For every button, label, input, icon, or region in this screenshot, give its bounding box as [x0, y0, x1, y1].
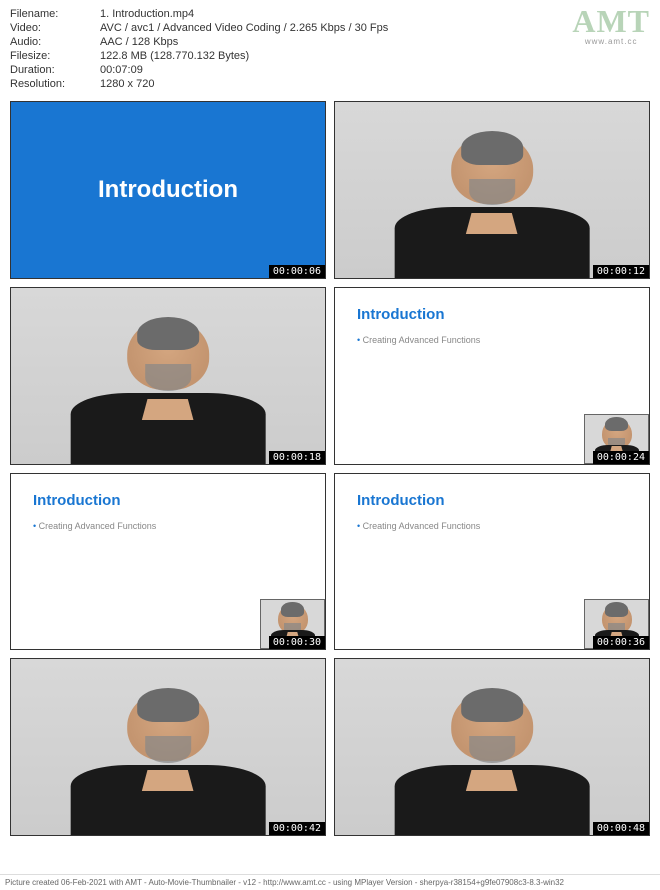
thumbnail[interactable]: Introduction Creating Advanced Functions… — [334, 287, 650, 465]
video-label: Video: — [10, 22, 100, 34]
timestamp-badge: 00:00:36 — [593, 636, 649, 649]
timestamp-badge: 00:00:42 — [269, 822, 325, 835]
slide-frame: Introduction Creating Advanced Functions — [11, 474, 325, 650]
video-value: AVC / avc1 / Advanced Video Coding / 2.2… — [100, 22, 650, 34]
presenter-frame — [11, 288, 325, 464]
presenter-frame — [335, 659, 649, 835]
timestamp-badge: 00:00:48 — [593, 822, 649, 835]
duration-label: Duration: — [10, 64, 100, 76]
thumbnail[interactable]: Introduction Creating Advanced Functions… — [10, 473, 326, 651]
presenter-frame — [335, 102, 649, 278]
footer-text: Picture created 06-Feb-2021 with AMT - A… — [0, 874, 660, 890]
thumbnail-grid: Introduction 00:00:06 00:00:12 00:00:18 Int… — [0, 96, 660, 841]
timestamp-badge: 00:00:06 — [269, 265, 325, 278]
thumbnail[interactable]: Introduction Creating Advanced Functions… — [334, 473, 650, 651]
resolution-label: Resolution: — [10, 78, 100, 90]
filename-label: Filename: — [10, 8, 100, 20]
slide-heading: Introduction — [33, 492, 303, 509]
slide-bullet: Creating Advanced Functions — [357, 335, 627, 345]
thumbnail[interactable]: 00:00:42 — [10, 658, 326, 836]
filesize-value: 122.8 MB (128.770.132 Bytes) — [100, 50, 650, 62]
thumbnail[interactable]: 00:00:12 — [334, 101, 650, 279]
timestamp-badge: 00:00:24 — [593, 451, 649, 464]
timestamp-badge: 00:00:18 — [269, 451, 325, 464]
slide-heading: Introduction — [357, 492, 627, 509]
logo-text: AMT — [572, 5, 650, 37]
slide-frame: Introduction Creating Advanced Functions — [335, 288, 649, 464]
slide-title: Introduction — [98, 176, 238, 204]
thumbnail[interactable]: 00:00:18 — [10, 287, 326, 465]
slide-frame: Introduction Creating Advanced Functions — [335, 474, 649, 650]
slide-bullet: Creating Advanced Functions — [357, 521, 627, 531]
amt-logo: AMT www.amt.cc — [572, 5, 650, 46]
presenter-frame — [11, 659, 325, 835]
thumbnail[interactable]: Introduction 00:00:06 — [10, 101, 326, 279]
audio-label: Audio: — [10, 36, 100, 48]
thumbnail[interactable]: 00:00:48 — [334, 658, 650, 836]
metadata-panel: Filename:1. Introduction.mp4 Video:AVC /… — [0, 0, 660, 96]
filesize-label: Filesize: — [10, 50, 100, 62]
audio-value: AAC / 128 Kbps — [100, 36, 650, 48]
timestamp-badge: 00:00:12 — [593, 265, 649, 278]
resolution-value: 1280 x 720 — [100, 78, 650, 90]
filename-value: 1. Introduction.mp4 — [100, 8, 650, 20]
slide-heading: Introduction — [357, 306, 627, 323]
slide-bullet: Creating Advanced Functions — [33, 521, 303, 531]
duration-value: 00:07:09 — [100, 64, 650, 76]
timestamp-badge: 00:00:30 — [269, 636, 325, 649]
